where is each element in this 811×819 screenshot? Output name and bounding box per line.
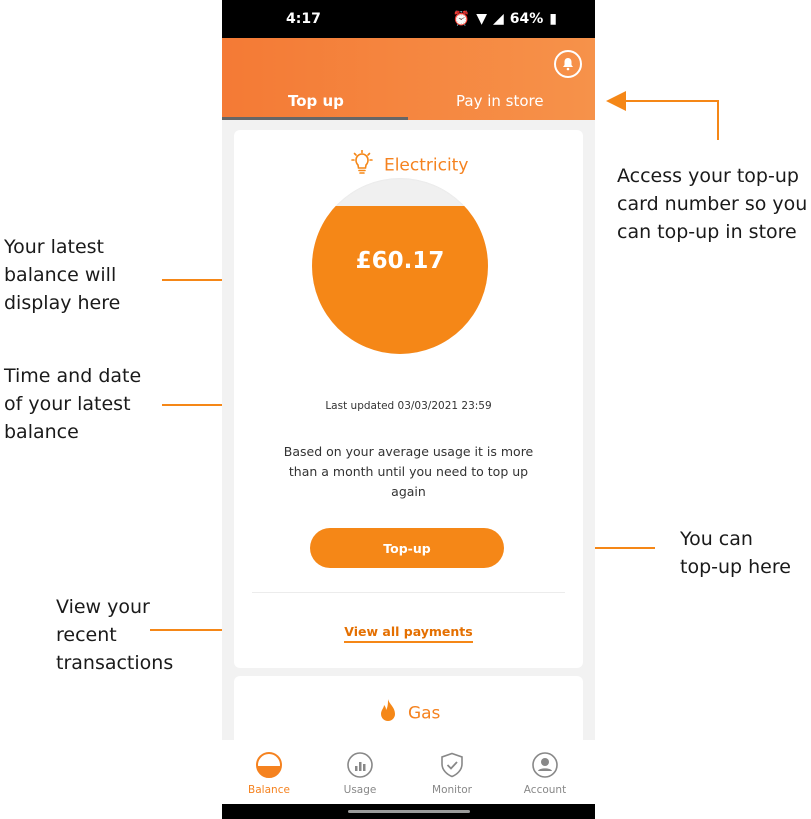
view-all-payments-label[interactable]: View all payments <box>344 624 473 643</box>
status-bar: 4:17 ⏰ ▼ ◢ 64% ▮ <box>222 0 595 38</box>
usage-icon <box>347 752 373 778</box>
electricity-card: Electricity £60.17 Last updated 03/03/20… <box>234 130 583 668</box>
status-icons: ⏰ ▼ ◢ 64% ▮ <box>453 11 557 27</box>
lightbulb-icon <box>349 149 375 181</box>
annotation-recent-transactions: View your recent transactions <box>56 593 173 677</box>
gas-label: Gas <box>407 703 441 724</box>
annotation-line: Access your top-up <box>617 165 799 187</box>
nav-usage[interactable]: Usage <box>325 752 395 796</box>
annotation-line: balance <box>4 421 79 443</box>
home-indicator[interactable] <box>348 810 470 813</box>
notifications-bell-icon[interactable] <box>554 50 582 78</box>
annotation-line: top-up here <box>680 556 791 578</box>
signal-icon: ◢ <box>492 11 504 27</box>
annotation-line: Time and date <box>4 365 142 387</box>
annotation-line: of your latest <box>4 393 131 415</box>
gas-title: Gas <box>234 698 583 729</box>
flame-icon <box>377 698 399 729</box>
tab-top-up[interactable]: Top up <box>288 92 344 110</box>
annotation-line: balance will <box>4 264 117 286</box>
nav-usage-label: Usage <box>343 784 377 796</box>
balance-gauge-fill <box>312 206 488 354</box>
nav-account[interactable]: Account <box>510 752 580 796</box>
bottom-navigation: Balance Usage Monitor Account <box>222 740 595 804</box>
annotation-latest-balance: Your latest balance will display here <box>4 233 120 317</box>
balance-icon <box>256 752 282 778</box>
annotation-line: Your latest <box>4 236 105 258</box>
balance-gauge: £60.17 <box>312 178 488 354</box>
nav-monitor[interactable]: Monitor <box>417 752 487 796</box>
nav-balance-label: Balance <box>248 784 290 796</box>
tab-pay-in-store[interactable]: Pay in store <box>456 92 544 110</box>
status-time: 4:17 <box>286 11 321 27</box>
annotation-topup-here: You can top-up here <box>680 525 791 581</box>
annotation-line: display here <box>4 292 121 314</box>
electricity-label: Electricity <box>383 155 469 176</box>
wifi-icon: ▼ <box>476 11 487 27</box>
nav-balance[interactable]: Balance <box>234 752 304 796</box>
alarm-icon: ⏰ <box>452 11 471 27</box>
nav-account-label: Account <box>523 784 567 796</box>
last-updated-text: Last updated 03/03/2021 23:59 <box>325 400 492 412</box>
phone-screen: 4:17 ⏰ ▼ ◢ 64% ▮ Top up Pay in store Ele… <box>222 0 595 819</box>
annotation-access-card: Access your top-up card number so you ca… <box>617 162 807 246</box>
electricity-title: Electricity <box>234 149 583 181</box>
annotation-line: transactions <box>56 652 174 674</box>
battery-percent: 64% <box>509 11 544 27</box>
annotation-line: You can <box>680 528 753 550</box>
balance-amount: £60.17 <box>355 248 445 274</box>
active-tab-indicator <box>222 117 408 120</box>
annotation-time-date: Time and date of your latest balance <box>4 362 141 446</box>
annotation-line: recent <box>56 624 117 646</box>
nav-monitor-label: Monitor <box>432 784 472 796</box>
annotation-line: View your <box>56 596 150 618</box>
battery-icon: ▮ <box>549 11 557 27</box>
annotation-line: card number so you <box>617 193 808 215</box>
shield-check-icon <box>439 752 465 778</box>
top-up-button[interactable]: Top-up <box>310 528 504 568</box>
view-all-payments-link[interactable]: View all payments <box>234 624 583 643</box>
usage-forecast-text: Based on your average usage it is more t… <box>283 444 534 499</box>
account-icon <box>532 752 558 778</box>
annotation-line: can top-up in store <box>617 221 797 243</box>
divider <box>252 592 565 593</box>
